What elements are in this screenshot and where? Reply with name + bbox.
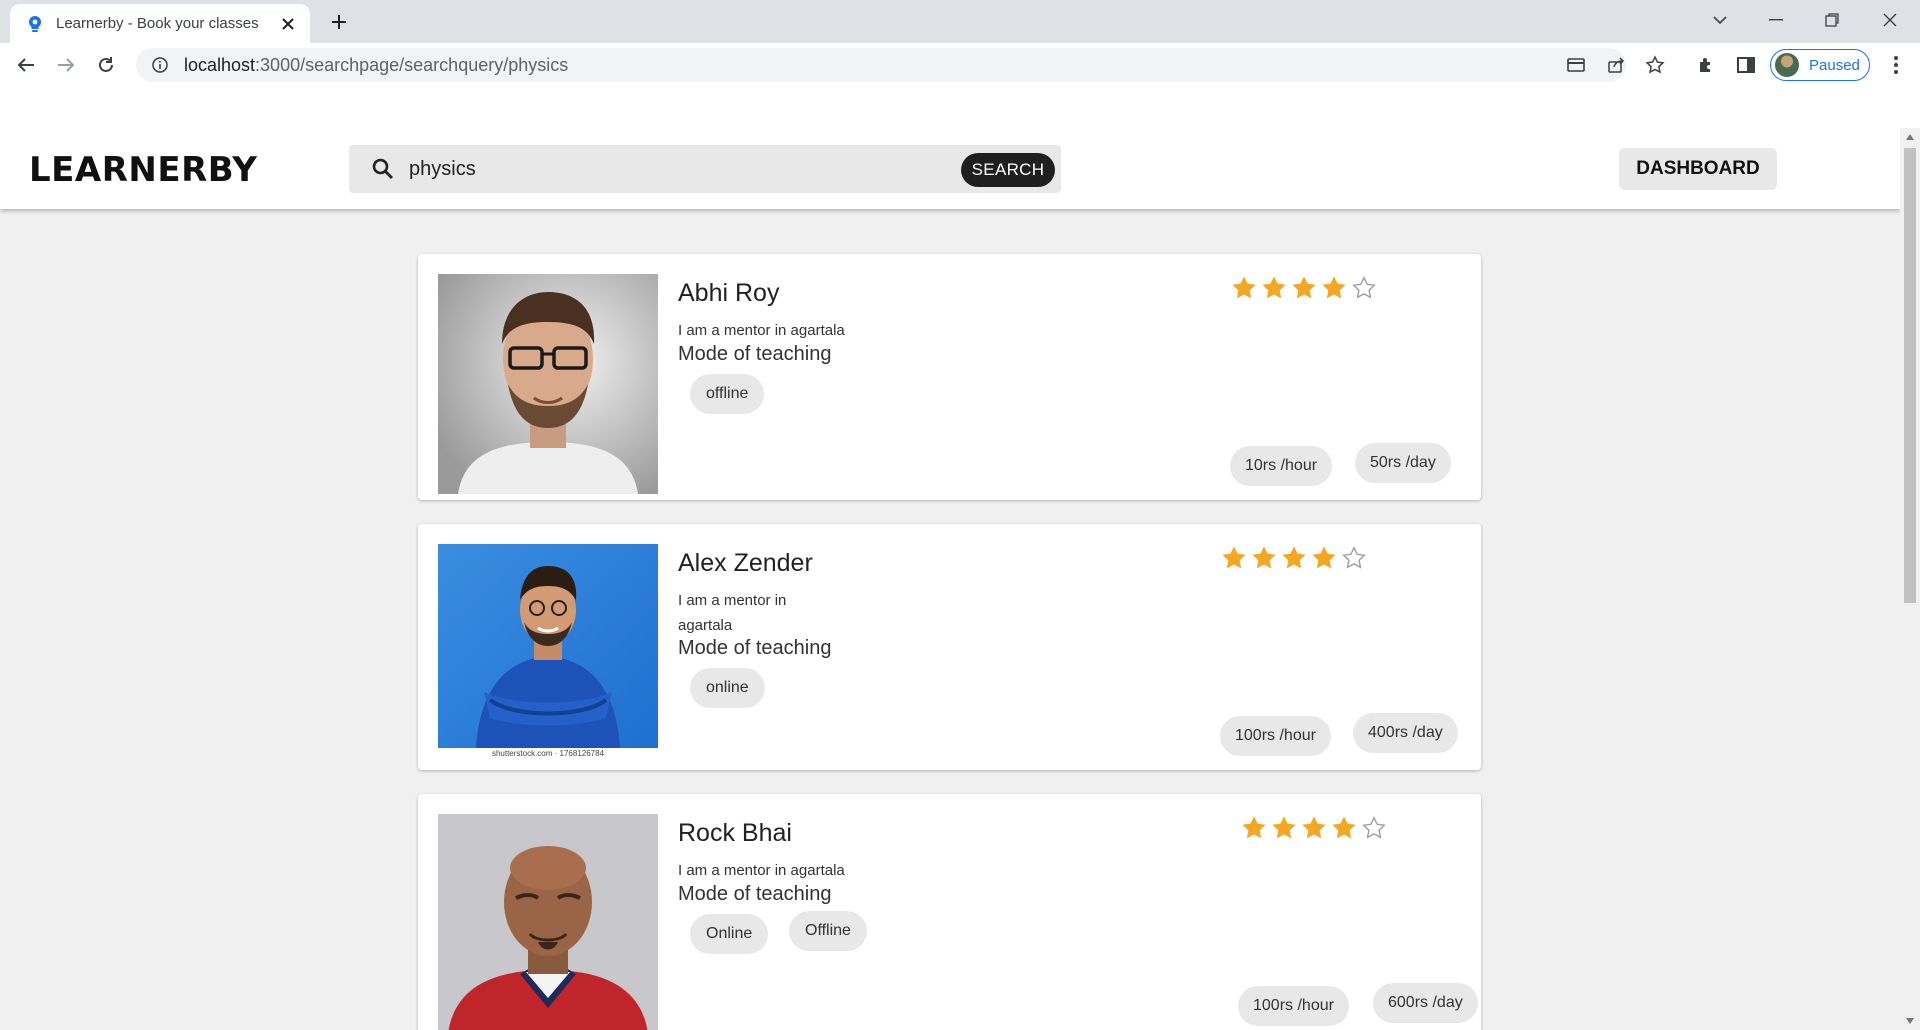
close-tab-icon[interactable] [278,14,298,34]
mode-of-teaching-label: Mode of teaching [678,343,832,365]
price-per-hour: 10rs /hour [1230,446,1333,486]
star-empty-icon [1362,816,1386,839]
url-text: localhost:3000/searchpage/searchquery/ph… [184,55,568,76]
mentor-bio: I am a mentor in agartala [678,592,787,634]
scroll-down-arrow-icon[interactable] [1905,1016,1915,1026]
rating-stars [1230,274,1378,302]
profile-status: Paused [1809,56,1860,74]
url-path: :3000/searchpage/searchquery/physics [255,54,569,75]
minimize-icon[interactable] [1748,0,1804,40]
profile-button[interactable]: Paused [1770,49,1870,81]
mode-of-teaching-label: Mode of teaching [678,883,832,905]
bookmark-star-icon[interactable] [1641,51,1669,79]
card-icon[interactable] [1562,51,1590,79]
favicon-icon [26,15,44,33]
photo-caption: shutterstock.com · 1768126784 [491,749,605,758]
star-empty-icon [1352,276,1376,299]
star-empty-icon [1342,546,1366,569]
star-filled-icon [1302,816,1326,839]
price-per-day: 50rs /day [1355,443,1451,483]
rating-stars [1220,544,1368,572]
mentor-photo [438,274,658,494]
browser-toolbar: localhost:3000/searchpage/searchquery/ph… [0,43,1920,87]
back-arrow-icon[interactable] [12,51,40,79]
mentor-photo [438,814,658,1030]
star-filled-icon [1282,546,1306,569]
star-filled-icon [1272,816,1296,839]
mode-chip-online[interactable]: Online [690,914,769,954]
browser-tab[interactable]: Learnerby - Book your classes [10,4,310,43]
price-per-hour: 100rs /hour [1220,716,1331,756]
search-button[interactable]: SEARCH [961,153,1055,187]
mentor-name: Alex Zender [678,549,813,577]
avatar [1775,53,1799,77]
scrollbar-thumb[interactable] [1904,148,1916,603]
price-per-day: 600rs /day [1373,983,1478,1023]
address-bar[interactable]: localhost:3000/searchpage/searchquery/ph… [136,48,1626,82]
browser-tab-strip: Learnerby - Book your classes [0,0,1920,43]
price-per-hour: 100rs /hour [1238,986,1349,1026]
mentor-card[interactable]: shutterstock.com · 1768126784 Alex Zende… [418,524,1481,770]
scroll-up-arrow-icon[interactable] [1905,132,1915,142]
close-window-icon[interactable] [1862,0,1918,40]
app-logo[interactable]: LEARNERBY [29,150,257,190]
price-per-day: 400rs /day [1353,713,1458,753]
star-filled-icon [1312,546,1336,569]
side-panel-icon[interactable] [1732,51,1760,79]
browser-menu-icon[interactable] [1882,51,1910,79]
star-filled-icon [1262,276,1286,299]
new-tab-button[interactable] [325,8,353,36]
tab-search-icon[interactable] [1692,0,1748,40]
reload-icon[interactable] [92,51,120,79]
mode-chip-online[interactable]: online [690,668,765,708]
extensions-icon[interactable] [1692,51,1720,79]
mentor-photo [438,544,658,748]
forward-arrow-icon[interactable] [52,51,80,79]
star-filled-icon [1252,546,1276,569]
search-bar: SEARCH [349,145,1061,193]
bookmarks-bar [0,87,1920,128]
star-filled-icon [1292,276,1316,299]
mode-of-teaching-label: Mode of teaching [678,637,832,659]
page-viewport: LEARNERBY SEARCH DASHBOARD [0,128,1900,1030]
star-filled-icon [1322,276,1346,299]
mentor-bio: I am a mentor in agartala [678,862,845,879]
app-header: LEARNERBY SEARCH DASHBOARD [0,128,1900,209]
mode-chip-offline[interactable]: Offline [789,911,867,951]
site-info-icon[interactable] [150,55,170,75]
mentor-name: Abhi Roy [678,279,780,307]
page-scrollbar[interactable] [1900,128,1920,1030]
star-filled-icon [1242,816,1266,839]
star-filled-icon [1222,546,1246,569]
restore-icon[interactable] [1804,0,1860,40]
star-filled-icon [1332,816,1356,839]
mentor-card[interactable]: Abhi Roy I am a mentor in agartala Mode … [418,254,1481,500]
url-host: localhost [184,54,256,75]
mentor-name: Rock Bhai [678,819,792,847]
mentor-bio: I am a mentor in agartala [678,322,845,339]
rating-stars [1240,814,1388,842]
share-icon[interactable] [1602,51,1630,79]
mentor-card[interactable]: Rock Bhai I am a mentor in agartala Mode… [418,794,1481,1030]
search-icon [369,155,397,183]
dashboard-button[interactable]: DASHBOARD [1619,148,1777,190]
mode-chip-offline[interactable]: offline [690,374,765,414]
star-filled-icon [1232,276,1256,299]
tab-title: Learnerby - Book your classes [56,15,259,32]
